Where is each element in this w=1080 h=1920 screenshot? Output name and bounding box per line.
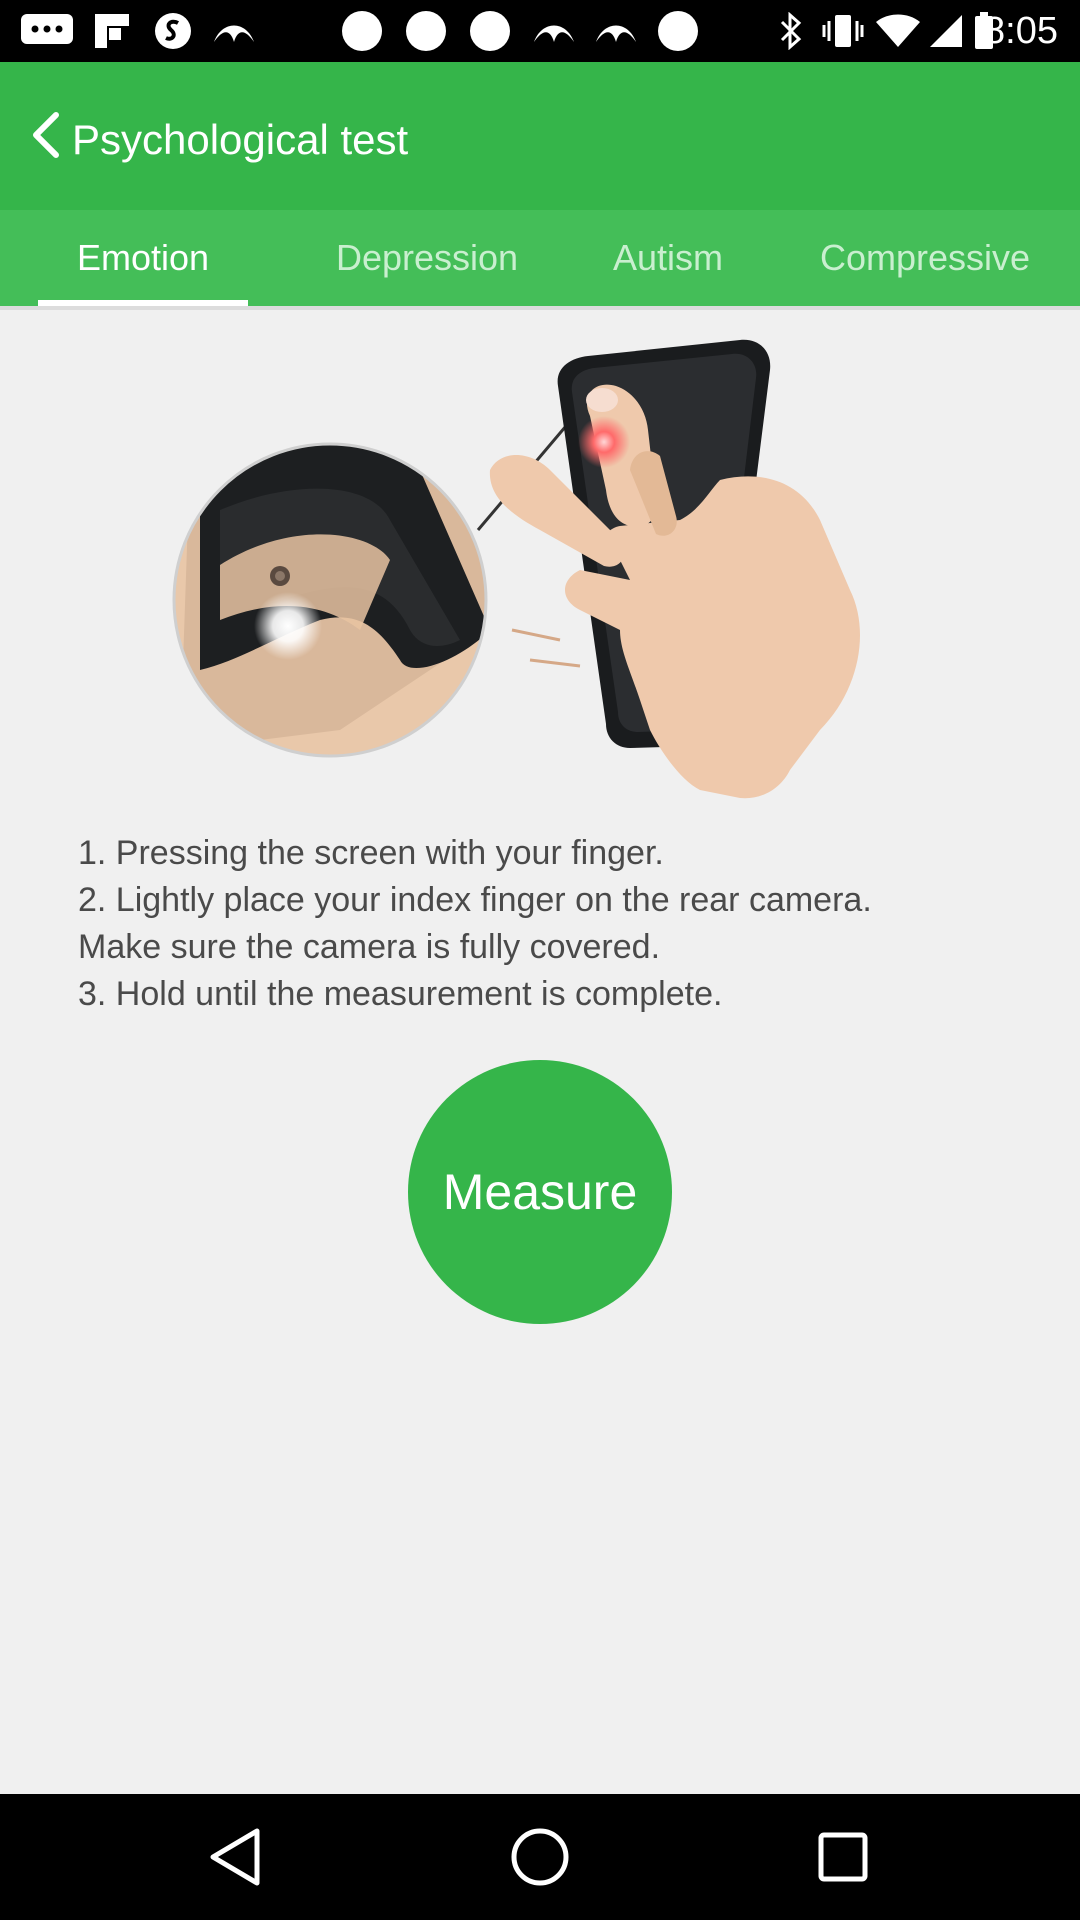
bird-icon: [530, 12, 578, 50]
signal-icon: [926, 12, 966, 50]
tab-divider: [0, 306, 1080, 310]
circle-icon: [468, 11, 512, 51]
instruction-line: Make sure the camera is fully covered.: [78, 928, 661, 966]
flipboard-icon: [90, 12, 134, 50]
measure-button[interactable]: Measure: [408, 1060, 672, 1324]
tab-compressive[interactable]: Compressive: [790, 210, 1060, 306]
app-bar: Psychological test: [0, 62, 1080, 210]
circle-icon: [656, 11, 700, 51]
bird-icon: [592, 12, 640, 50]
finger-on-camera-illustration: [172, 339, 860, 799]
messaging-icon: [18, 12, 76, 50]
tab-autism[interactable]: Autism: [584, 210, 752, 306]
instruction-line: 1. Pressing the screen with your finger.: [78, 834, 664, 872]
shazam-icon: [150, 12, 196, 50]
navigation-bar: [0, 1794, 1080, 1920]
wifi-icon: [874, 12, 922, 50]
instruction-line: 2. Lightly place your index finger on th…: [78, 881, 872, 919]
phone-in-hand: [489, 339, 860, 799]
circle-icon: [340, 11, 384, 51]
back-triangle-icon[interactable]: [200, 1822, 270, 1892]
chevron-left-icon: [33, 112, 59, 158]
recents-square-icon[interactable]: [808, 1822, 878, 1892]
page-title: Psychological test: [72, 116, 409, 163]
status-time: 8:05: [984, 10, 1058, 52]
home-circle-icon[interactable]: [505, 1822, 575, 1892]
back-button[interactable]: [14, 104, 76, 166]
tab-bar: Emotion Depression Autism Compressive: [0, 210, 1080, 308]
circle-icon: [404, 11, 448, 51]
status-bar: 8:05: [0, 0, 1080, 62]
tab-depression[interactable]: Depression: [310, 210, 544, 306]
zoomed-camera-view: [172, 442, 488, 758]
instruction-line: 3. Hold until the measurement is complet…: [78, 975, 723, 1013]
bluetooth-icon: [776, 12, 806, 50]
instructions: 1. Pressing the screen with your finger.…: [78, 830, 1038, 1018]
vibrate-icon: [820, 12, 866, 50]
bird-icon: [210, 12, 258, 50]
tab-emotion[interactable]: Emotion: [38, 210, 248, 306]
